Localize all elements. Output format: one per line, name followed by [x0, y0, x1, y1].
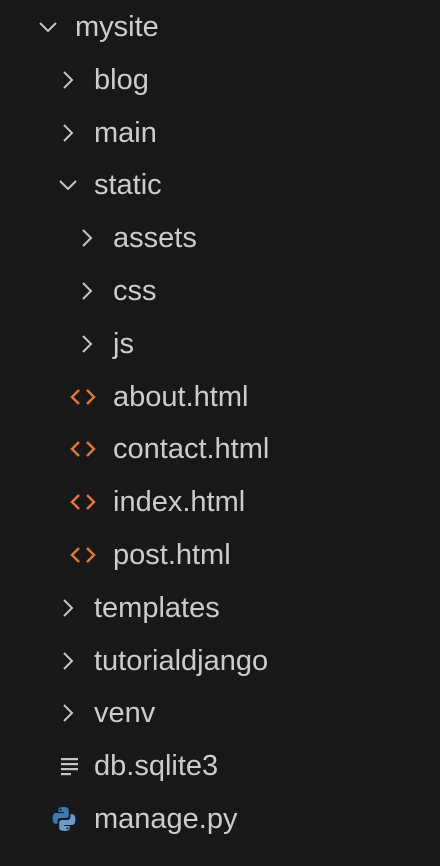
- tree-item-js[interactable]: js: [0, 318, 440, 370]
- tree-item-label: main: [94, 117, 157, 149]
- html-file-icon: [69, 423, 97, 475]
- tree-item-label: db.sqlite3: [94, 750, 219, 782]
- tree-item-db-sqlite3[interactable]: db.sqlite3: [0, 740, 440, 792]
- chevron-right-icon: [54, 635, 82, 687]
- chevron-right-icon: [54, 582, 82, 634]
- tree-item-label: index.html: [113, 486, 246, 518]
- html-file-icon: [69, 371, 97, 423]
- tree-item-label: static: [94, 169, 162, 201]
- tree-item-label: contact.html: [113, 433, 270, 465]
- chevron-down-icon: [54, 159, 82, 211]
- python-file-icon: [50, 793, 78, 845]
- tree-item-label: manage.py: [94, 803, 238, 835]
- tree-item-contact-html[interactable]: contact.html: [0, 423, 440, 475]
- tree-item-main[interactable]: main: [0, 107, 440, 159]
- tree-item-label: mysite: [75, 11, 159, 43]
- tree-item-venv[interactable]: venv: [0, 687, 440, 739]
- chevron-right-icon: [73, 318, 101, 370]
- tree-item-label: tutorialdjango: [94, 645, 269, 677]
- tree-item-label: blog: [94, 64, 149, 96]
- tree-item-mysite[interactable]: mysite: [0, 1, 440, 53]
- html-file-icon: [69, 529, 97, 581]
- chevron-right-icon: [54, 107, 82, 159]
- tree-item-label: js: [113, 328, 134, 360]
- chevron-down-icon: [34, 1, 62, 53]
- tree-item-index-html[interactable]: index.html: [0, 476, 440, 528]
- tree-item-label: venv: [94, 697, 156, 729]
- tree-item-post-html[interactable]: post.html: [0, 529, 440, 581]
- tree-item-label: templates: [94, 592, 220, 624]
- tree-item-about-html[interactable]: about.html: [0, 371, 440, 423]
- chevron-right-icon: [73, 265, 101, 317]
- tree-item-manage-py[interactable]: manage.py: [0, 793, 440, 845]
- file-explorer-tree: mysite blog main static assets css js ab…: [0, 0, 440, 866]
- tree-item-tutorialdjango[interactable]: tutorialdjango: [0, 635, 440, 687]
- html-file-icon: [69, 476, 97, 528]
- tree-item-static[interactable]: static: [0, 159, 440, 211]
- tree-item-label: css: [113, 275, 157, 307]
- text-file-icon: [56, 740, 84, 792]
- chevron-right-icon: [73, 212, 101, 264]
- chevron-right-icon: [54, 54, 82, 106]
- tree-item-label: post.html: [113, 539, 231, 571]
- tree-item-css[interactable]: css: [0, 265, 440, 317]
- tree-item-label: assets: [113, 222, 197, 254]
- tree-item-assets[interactable]: assets: [0, 212, 440, 264]
- tree-item-label: about.html: [113, 381, 249, 413]
- chevron-right-icon: [54, 687, 82, 739]
- tree-item-templates[interactable]: templates: [0, 582, 440, 634]
- tree-item-blog[interactable]: blog: [0, 54, 440, 106]
